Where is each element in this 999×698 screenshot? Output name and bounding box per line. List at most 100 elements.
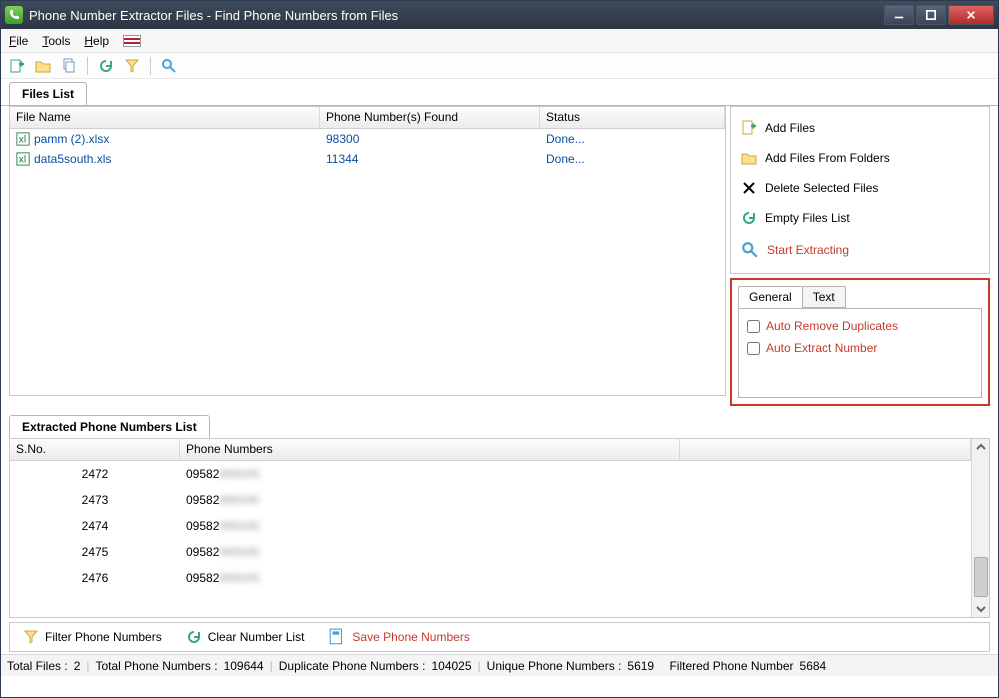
status-total-numbers: 109644 bbox=[224, 659, 264, 673]
redacted-digits: 999345 bbox=[219, 467, 259, 481]
table-row[interactable]: 247509582999345 bbox=[10, 539, 971, 565]
checkbox-input[interactable] bbox=[747, 320, 760, 333]
file-name: data5south.xls bbox=[34, 152, 111, 166]
extracted-header: S.No. Phone Numbers bbox=[10, 439, 971, 461]
table-row[interactable]: 247609582999345 bbox=[10, 565, 971, 591]
tab-files-list[interactable]: Files List bbox=[9, 82, 87, 105]
col-empty bbox=[680, 439, 971, 460]
file-row[interactable]: xl data5south.xls 11344 Done... bbox=[10, 149, 725, 169]
save-phone-numbers-button[interactable]: Save Phone Numbers bbox=[321, 625, 476, 649]
app-icon bbox=[5, 6, 23, 24]
tab-extracted-list[interactable]: Extracted Phone Numbers List bbox=[9, 415, 210, 438]
search-icon bbox=[741, 241, 759, 259]
clear-number-list-button[interactable]: Clear Number List bbox=[179, 625, 312, 649]
status-total-numbers-label: Total Phone Numbers : bbox=[96, 659, 218, 673]
files-table: File Name Phone Number(s) Found Status x… bbox=[9, 106, 726, 396]
vertical-scrollbar[interactable] bbox=[971, 439, 989, 617]
folder-icon bbox=[741, 150, 757, 166]
filter-icon[interactable] bbox=[124, 58, 140, 74]
start-extracting-button[interactable]: Start Extracting bbox=[735, 233, 985, 267]
excel-icon: xl bbox=[16, 152, 30, 166]
statusbar: Total Files : 2 | Total Phone Numbers : … bbox=[1, 654, 998, 676]
status-total-files: 2 bbox=[74, 659, 81, 673]
scroll-down-icon[interactable] bbox=[973, 601, 989, 617]
file-status: Done... bbox=[540, 152, 725, 166]
svg-text:xl: xl bbox=[19, 154, 27, 166]
tab-text[interactable]: Text bbox=[802, 286, 846, 308]
options-box: General Text Auto Remove Duplicates Auto… bbox=[730, 278, 990, 406]
scroll-up-icon[interactable] bbox=[973, 439, 989, 455]
svg-text:xl: xl bbox=[19, 134, 27, 146]
redacted-digits: 999345 bbox=[219, 493, 259, 507]
status-unique: 5619 bbox=[627, 659, 654, 673]
menu-help[interactable]: Help bbox=[84, 34, 109, 48]
status-total-files-label: Total Files : bbox=[7, 659, 68, 673]
copy-icon[interactable] bbox=[61, 58, 77, 74]
bottom-toolbar: Filter Phone Numbers Clear Number List S… bbox=[9, 622, 990, 652]
extracted-grid: S.No. Phone Numbers 247209582999345 2473… bbox=[10, 439, 971, 617]
toolbar-separator bbox=[150, 57, 151, 75]
refresh-icon bbox=[186, 629, 202, 645]
files-rows: xl pamm (2).xlsx 98300 Done... xl data5sou… bbox=[10, 129, 725, 395]
status-filtered-label: Filtered Phone Number bbox=[669, 659, 793, 673]
checkbox-input[interactable] bbox=[747, 342, 760, 355]
app-window: Phone Number Extractor Files - Find Phon… bbox=[0, 0, 999, 698]
extracted-tabstrip: Extracted Phone Numbers List bbox=[1, 412, 998, 438]
status-filtered: 5684 bbox=[800, 659, 827, 673]
file-name: pamm (2).xlsx bbox=[34, 132, 109, 146]
status-dup: 104025 bbox=[431, 659, 471, 673]
col-status[interactable]: Status bbox=[540, 107, 725, 128]
add-files-icon[interactable] bbox=[9, 58, 25, 74]
filter-icon bbox=[23, 629, 39, 645]
redacted-digits: 999345 bbox=[219, 571, 259, 585]
add-files-from-folders-button[interactable]: Add Files From Folders bbox=[735, 143, 985, 173]
files-table-header: File Name Phone Number(s) Found Status bbox=[10, 107, 725, 129]
auto-extract-number-checkbox[interactable]: Auto Extract Number bbox=[747, 341, 973, 355]
col-found[interactable]: Phone Number(s) Found bbox=[320, 107, 540, 128]
file-found: 11344 bbox=[320, 152, 540, 166]
toolbar bbox=[1, 53, 998, 79]
scroll-thumb[interactable] bbox=[974, 557, 988, 597]
options-body: Auto Remove Duplicates Auto Extract Numb… bbox=[738, 308, 982, 398]
col-sno[interactable]: S.No. bbox=[10, 439, 180, 460]
menubar: File Tools Help bbox=[1, 29, 998, 53]
table-row[interactable]: 247409582999345 bbox=[10, 513, 971, 539]
refresh-icon bbox=[741, 210, 757, 226]
save-icon bbox=[328, 628, 346, 646]
file-found: 98300 bbox=[320, 132, 540, 146]
files-tabstrip: Files List bbox=[1, 79, 998, 105]
menu-file[interactable]: File bbox=[9, 34, 28, 48]
table-row[interactable]: 247309582999345 bbox=[10, 487, 971, 513]
close-button[interactable] bbox=[948, 5, 994, 25]
status-unique-label: Unique Phone Numbers : bbox=[487, 659, 622, 673]
file-row[interactable]: xlpamm (2).xlsx 98300 Done... bbox=[10, 129, 725, 149]
page-plus-icon bbox=[741, 120, 757, 136]
filter-phone-numbers-button[interactable]: Filter Phone Numbers bbox=[16, 625, 169, 649]
side-panel: Add Files Add Files From Folders Delete … bbox=[730, 106, 990, 406]
actions-box: Add Files Add Files From Folders Delete … bbox=[730, 106, 990, 274]
extracted-rows: 247209582999345 247309582999345 24740958… bbox=[10, 461, 971, 617]
add-folder-icon[interactable] bbox=[35, 58, 51, 74]
minimize-button[interactable] bbox=[884, 5, 914, 25]
refresh-icon[interactable] bbox=[98, 58, 114, 74]
window-title: Phone Number Extractor Files - Find Phon… bbox=[29, 8, 882, 23]
options-tabs: General Text bbox=[738, 286, 982, 308]
table-row[interactable]: 247209582999345 bbox=[10, 461, 971, 487]
language-flag-icon[interactable] bbox=[123, 35, 141, 47]
add-files-button[interactable]: Add Files bbox=[735, 113, 985, 143]
maximize-button[interactable] bbox=[916, 5, 946, 25]
auto-remove-duplicates-checkbox[interactable]: Auto Remove Duplicates bbox=[747, 319, 973, 333]
redacted-digits: 999345 bbox=[219, 545, 259, 559]
search-icon[interactable] bbox=[161, 58, 177, 74]
menu-tools[interactable]: Tools bbox=[42, 34, 70, 48]
tab-general[interactable]: General bbox=[738, 286, 803, 308]
titlebar: Phone Number Extractor Files - Find Phon… bbox=[1, 1, 998, 29]
delete-selected-button[interactable]: Delete Selected Files bbox=[735, 173, 985, 203]
col-file-name[interactable]: File Name bbox=[10, 107, 320, 128]
toolbar-separator bbox=[87, 57, 88, 75]
x-icon bbox=[741, 180, 757, 196]
col-phone[interactable]: Phone Numbers bbox=[180, 439, 680, 460]
main-area: File Name Phone Number(s) Found Status x… bbox=[1, 105, 998, 412]
empty-list-button[interactable]: Empty Files List bbox=[735, 203, 985, 233]
redacted-digits: 999345 bbox=[219, 519, 259, 533]
